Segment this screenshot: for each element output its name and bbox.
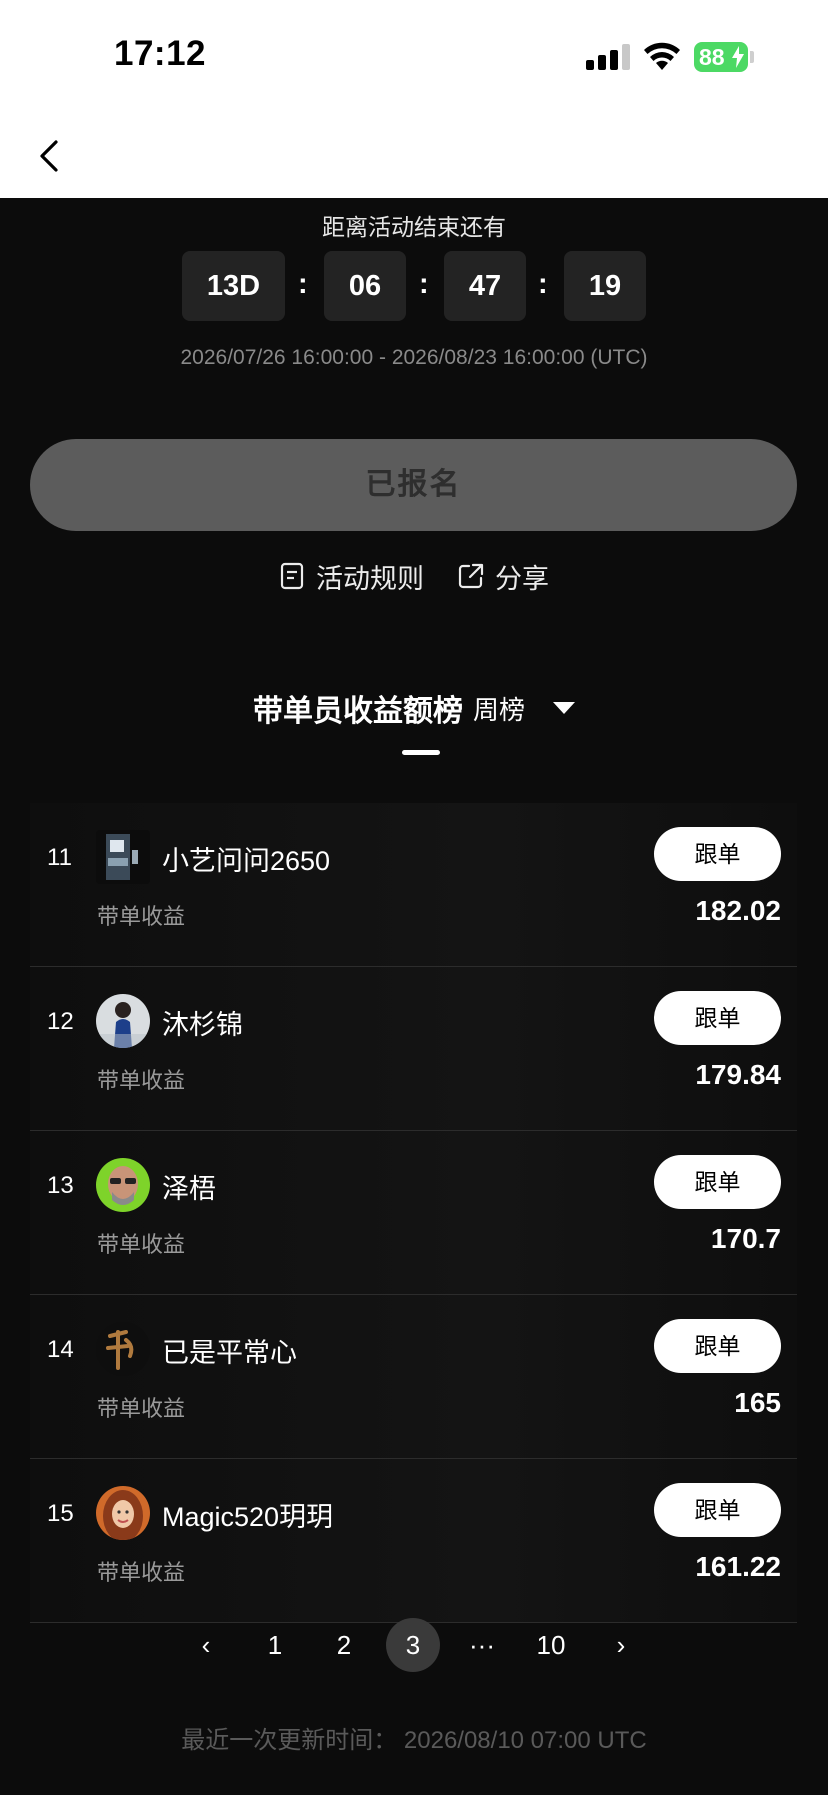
rank-number: 14 — [47, 1336, 74, 1363]
rank-number: 11 — [47, 844, 72, 871]
leaderboard-title-bar[interactable]: 带单员收益额榜 周榜 — [0, 688, 828, 728]
avatar — [96, 1158, 150, 1212]
countdown-minutes: 47 — [444, 251, 526, 321]
main-content: 距离活动结束还有 13D : 06 : 47 : 19 2026/07/26 1… — [0, 198, 828, 1795]
leaderboard-period: 周榜 — [472, 694, 525, 725]
rules-link-label: 活动规则 — [316, 563, 424, 594]
countdown-separator: : — [298, 268, 308, 300]
tab-indicator — [402, 750, 440, 755]
share-link[interactable]: 分享 — [457, 556, 549, 596]
page-1-button[interactable]: 1 — [248, 1618, 302, 1672]
next-page-button[interactable]: › — [594, 1618, 648, 1672]
leaderboard-list: 11 小艺问问2650 跟单 带单收益 182.02 12 沐杉锦 跟单 带单收… — [30, 803, 797, 1623]
earnings-label: 带单收益 — [97, 1396, 186, 1421]
list-item: 13 泽梧 跟单 带单收益 170.7 — [30, 1131, 797, 1295]
cellular-signal-icon — [586, 44, 630, 70]
trader-name: 已是平常心 — [162, 1338, 297, 1368]
rules-link[interactable]: 活动规则 — [278, 556, 424, 596]
earnings-value: 182.02 — [695, 895, 781, 926]
battery-icon: 88 — [694, 42, 748, 72]
countdown-days: 13D — [182, 251, 285, 321]
follow-button[interactable]: 跟单 — [654, 1483, 781, 1537]
trader-name: 沐杉锦 — [162, 1010, 243, 1040]
countdown-label: 距离活动结束还有 — [322, 214, 506, 240]
battery-cap — [750, 51, 754, 63]
status-bar: 17:12 88 — [0, 0, 828, 110]
share-link-label: 分享 — [495, 563, 549, 594]
follow-button[interactable]: 跟单 — [654, 827, 781, 881]
list-item: 12 沐杉锦 跟单 带单收益 179.84 — [30, 967, 797, 1131]
trader-name: 泽梧 — [162, 1174, 216, 1204]
back-arrow-icon[interactable] — [32, 138, 68, 174]
rank-number: 13 — [47, 1172, 74, 1199]
leaderboard-title: 带单员收益额榜 — [252, 695, 463, 728]
earnings-label: 带单收益 — [97, 1560, 186, 1585]
charging-bolt-icon — [732, 46, 744, 68]
action-links: 活动规则 分享 — [0, 556, 828, 596]
avatar — [96, 830, 150, 884]
page-10-button[interactable]: 10 — [524, 1618, 578, 1672]
follow-button[interactable]: 跟单 — [654, 991, 781, 1045]
page-2-button[interactable]: 2 — [317, 1618, 371, 1672]
list-item: 14 已是平常心 跟单 带单收益 165 — [30, 1295, 797, 1459]
caret-down-icon[interactable] — [553, 702, 575, 714]
follow-button[interactable]: 跟单 — [654, 1155, 781, 1209]
countdown-seconds: 19 — [564, 251, 646, 321]
wifi-icon — [644, 42, 680, 70]
avatar — [96, 1322, 150, 1376]
countdown-separator: : — [538, 268, 548, 300]
avatar — [96, 1486, 150, 1540]
avatar — [96, 994, 150, 1048]
earnings-value: 179.84 — [695, 1059, 781, 1090]
document-icon — [280, 562, 304, 590]
enrolled-button[interactable]: 已报名 — [30, 439, 797, 531]
page-3-button[interactable]: 3 — [386, 1618, 440, 1672]
status-time: 17:12 — [114, 34, 207, 73]
earnings-value: 170.7 — [710, 1223, 781, 1254]
rank-number: 12 — [47, 1008, 74, 1035]
pagination: ‹ 1 2 3 ··· 10 › — [0, 1618, 828, 1678]
trader-name: Magic520玥玥 — [162, 1502, 334, 1532]
earnings-label: 带单收益 — [97, 904, 186, 929]
event-date-range: 2026/07/26 16:00:00 - 2026/08/23 16:00:0… — [180, 346, 648, 369]
list-item: 15 Magic520玥玥 跟单 带单收益 161.22 — [30, 1459, 797, 1623]
share-icon — [458, 563, 484, 589]
earnings-label: 带单收益 — [97, 1232, 186, 1257]
countdown-hours: 06 — [324, 251, 406, 321]
earnings-value: 165 — [734, 1387, 781, 1418]
last-update-time: 最近一次更新时间： 2026/08/10 07:00 UTC — [181, 1727, 647, 1754]
countdown-separator: : — [419, 268, 429, 300]
list-item: 11 小艺问问2650 跟单 带单收益 182.02 — [30, 803, 797, 967]
trader-name: 小艺问问2650 — [162, 846, 331, 876]
rank-number: 15 — [47, 1500, 74, 1527]
page-ellipsis[interactable]: ··· — [455, 1618, 509, 1672]
earnings-label: 带单收益 — [97, 1068, 186, 1093]
nav-bar — [0, 110, 828, 198]
battery-level: 88 — [699, 44, 725, 70]
prev-page-button[interactable]: ‹ — [179, 1618, 233, 1672]
follow-button[interactable]: 跟单 — [654, 1319, 781, 1373]
earnings-value: 161.22 — [695, 1551, 781, 1582]
